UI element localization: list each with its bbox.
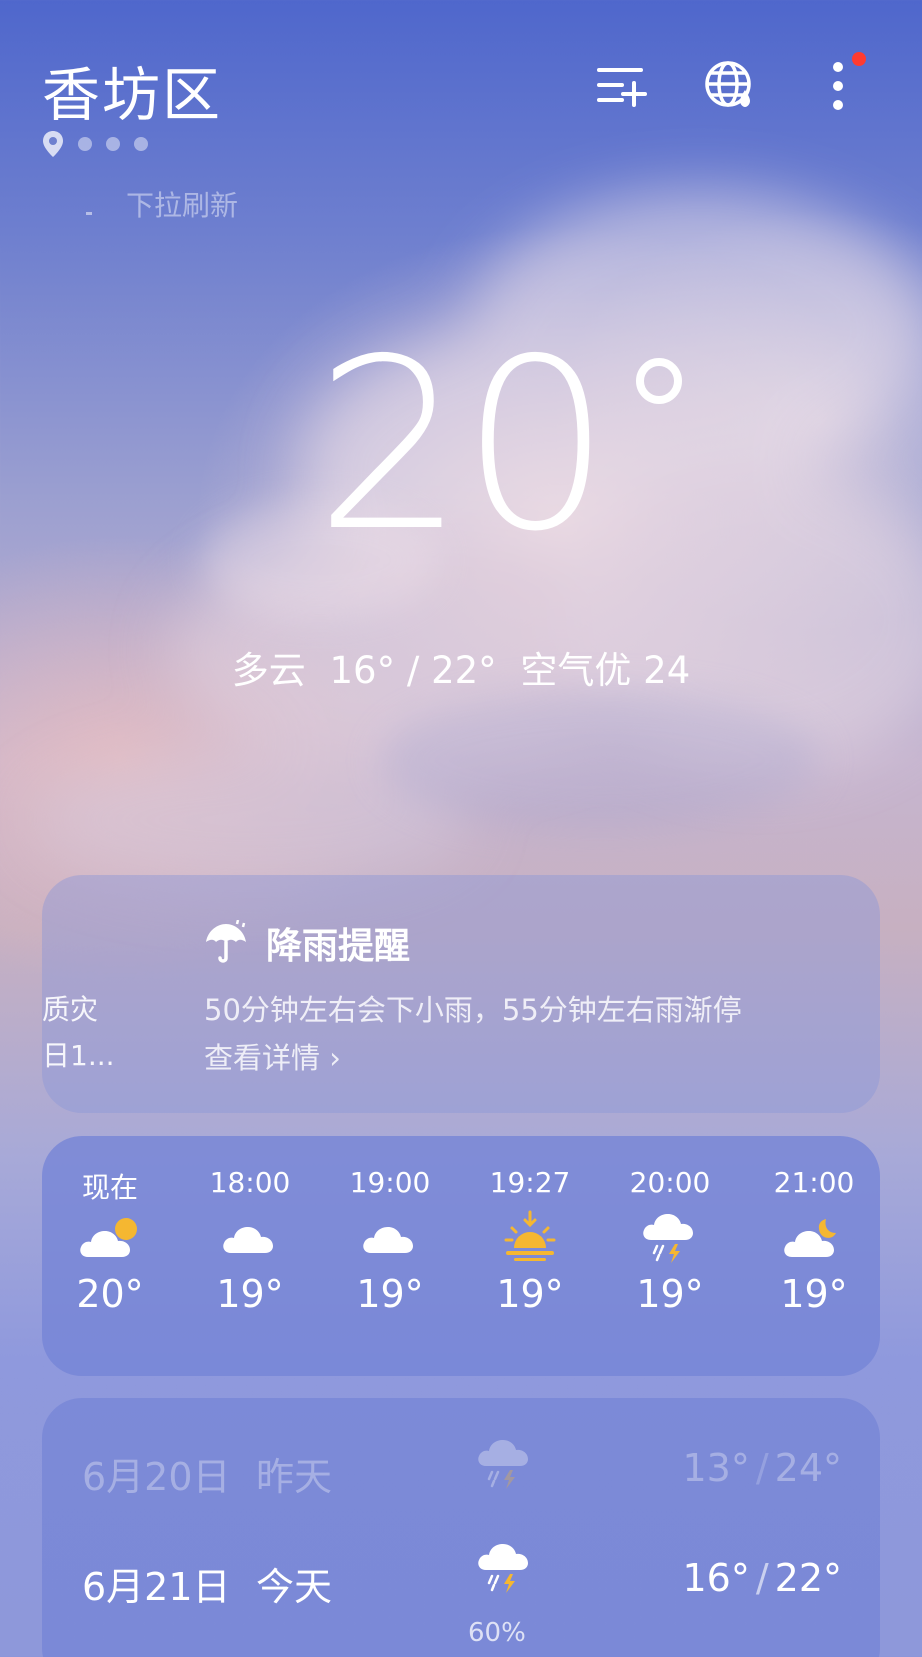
day-temp-range: 13°/24° xyxy=(682,1446,842,1490)
partly-cloudy-icon xyxy=(754,1206,874,1268)
city-name[interactable]: 香坊区 xyxy=(42,48,222,132)
condition-text: 多云 xyxy=(231,649,306,692)
rain-alert-description: 50分钟左右会下小雨，55分钟左右雨渐停 xyxy=(204,993,742,1027)
daily-forecast-card[interactable]: 6月20日 昨天 13°/24° 6月21日 今天 60% 16° / 22° xyxy=(42,1398,880,1657)
current-temperature: 20 xyxy=(0,328,922,564)
day-date: 6月20日 xyxy=(82,1455,231,1499)
air-quality: 空气优 24 xyxy=(520,649,691,692)
city-page-indicator xyxy=(42,130,148,158)
range-separator: / xyxy=(755,1446,769,1490)
add-city-button[interactable] xyxy=(592,58,652,114)
thunder-rain-icon xyxy=(610,1206,730,1268)
thunder-rain-icon xyxy=(476,1434,534,1496)
hourly-forecast-card[interactable]: 现在 20° 18:00 19° 19:00 19° 19:27 19° 20:… xyxy=(42,1136,880,1376)
hour-temp: 19° xyxy=(496,1272,564,1316)
notification-badge xyxy=(852,52,866,66)
daily-row-yesterday[interactable]: 6月20日 昨天 13°/24° xyxy=(42,1428,880,1518)
globe-weather-button[interactable] xyxy=(700,58,760,114)
hour-item[interactable]: 19:27 19° xyxy=(470,1166,590,1316)
day-date: 6月21日 xyxy=(82,1565,231,1609)
weather-summary[interactable]: 多云 16° / 22° 空气优 24 xyxy=(0,640,922,694)
hour-temp: 19° xyxy=(780,1272,848,1316)
rain-alert-title-text: 降雨提醒 xyxy=(266,926,411,967)
thunder-rain-icon xyxy=(476,1538,534,1600)
temperature-range: 16° / 22° xyxy=(329,649,497,692)
page-dot xyxy=(134,137,148,151)
globe-weather-icon xyxy=(705,61,751,107)
umbrella-icon xyxy=(206,920,246,963)
hour-time: 18:00 xyxy=(209,1166,291,1199)
current-temperature-value: 20 xyxy=(314,308,611,583)
view-details-link[interactable]: 查看详情 › xyxy=(204,1035,341,1077)
hour-temp: 19° xyxy=(356,1272,424,1316)
peek-line-2: 日1... xyxy=(42,1039,115,1072)
pull-to-refresh-hint: 下拉刷新 xyxy=(126,189,239,222)
day-label: 今天 xyxy=(256,1565,333,1609)
hour-time: 19:00 xyxy=(349,1166,431,1199)
day-high: 22° xyxy=(774,1556,842,1600)
hour-time: 20:00 xyxy=(629,1166,711,1199)
range-separator: / xyxy=(755,1556,769,1600)
hour-item[interactable]: 21:00 19° xyxy=(754,1166,874,1316)
peek-line-1: 质灾 xyxy=(42,993,99,1026)
rain-alert-card[interactable]: 质灾 日1... 降雨提醒 50分钟左右会下小雨，55分钟左右雨渐停 查看详情 … xyxy=(42,875,880,1113)
partly-cloudy-icon xyxy=(50,1206,170,1268)
hour-item[interactable]: 20:00 19° xyxy=(610,1166,730,1316)
view-details-label: 查看详情 xyxy=(204,1041,321,1075)
add-city-icon xyxy=(597,68,647,107)
rain-alert-title: 降雨提醒 xyxy=(204,917,410,969)
refresh-indicator xyxy=(86,212,92,215)
location-pin-icon xyxy=(43,131,63,157)
precipitation-chance: 60% xyxy=(468,1618,526,1648)
sunset-icon xyxy=(470,1206,590,1268)
hour-time: 21:00 xyxy=(773,1166,855,1199)
hour-time: 现在 xyxy=(81,1171,138,1204)
more-vert-icon xyxy=(833,62,843,110)
header: 香坊区 下拉刷新 xyxy=(0,0,922,222)
hour-time: 19:27 xyxy=(489,1166,571,1199)
carousel-peek-text: 质灾 日1... xyxy=(42,987,115,1079)
cloudy-icon xyxy=(330,1206,450,1268)
hour-item[interactable]: 19:00 19° xyxy=(330,1166,450,1316)
day-low: 13° xyxy=(682,1446,750,1490)
page-dot xyxy=(106,137,120,151)
day-label: 昨天 xyxy=(256,1455,333,1499)
hour-item[interactable]: 18:00 19° xyxy=(190,1166,310,1316)
page-dot xyxy=(78,137,92,151)
day-low: 16° xyxy=(682,1556,750,1600)
day-high: 24° xyxy=(774,1446,842,1490)
hour-temp: 19° xyxy=(216,1272,284,1316)
cloudy-icon xyxy=(190,1206,310,1268)
hour-item[interactable]: 现在 20° xyxy=(50,1166,170,1316)
more-menu-button[interactable] xyxy=(808,52,868,114)
day-temp-range: 16°/22° xyxy=(682,1556,842,1600)
hour-temp: 20° xyxy=(76,1272,144,1316)
daily-row-today[interactable]: 6月21日 今天 60% 16°/22° xyxy=(42,1538,880,1648)
degree-symbol xyxy=(636,358,682,404)
hour-temp: 19° xyxy=(636,1272,704,1316)
chevron-right-icon: › xyxy=(329,1041,341,1075)
